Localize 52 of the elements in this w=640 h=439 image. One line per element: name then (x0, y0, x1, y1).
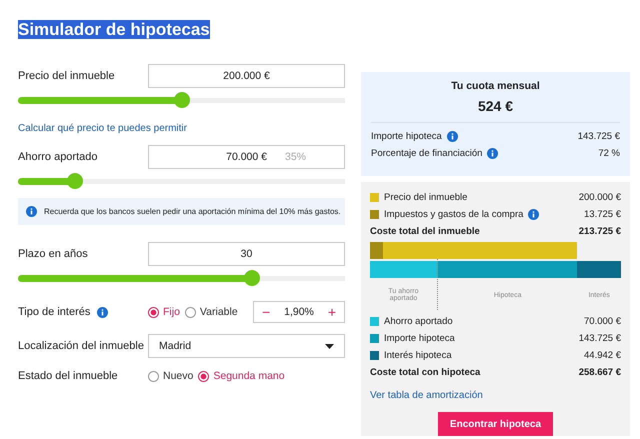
info-icon[interactable] (487, 148, 498, 159)
dropdown-caret-icon (325, 344, 334, 348)
field-label: Localización del inmueble (18, 340, 145, 352)
radio-option[interactable]: Fijo (148, 306, 180, 318)
price-field[interactable]: 200.000 € (148, 64, 345, 88)
slider-thumb[interactable] (67, 173, 84, 189)
field-label: Tipo de interés (18, 306, 90, 318)
field-label: Precio del inmueble (18, 70, 116, 82)
summary-value: 143.725 € (578, 131, 620, 142)
legend-value: 143.725 € (578, 333, 621, 344)
plus-button[interactable]: + (324, 305, 340, 319)
total-label: Coste total con hipoteca (370, 367, 480, 378)
summary-label: Importe hipoteca (371, 131, 442, 142)
summary-label: Porcentaje de financiación (371, 148, 482, 159)
radio-option[interactable]: Variable (184, 306, 238, 318)
notice-text: Recuerda que los bancos suelen pedir una aportación mínima del 10% más gastos. (44, 207, 341, 216)
location-dropdown[interactable]: Madrid (148, 334, 345, 358)
page-title: Simulador de hipotecas (18, 20, 210, 39)
total-value: 213.725 € (578, 226, 621, 237)
summary-value: 72 % (598, 148, 620, 159)
legend-label: Ahorro aportado (384, 316, 453, 327)
legend-label: Precio del inmueble (384, 192, 468, 203)
rate-stepper[interactable]: − 1,90% + (253, 301, 345, 323)
info-icon[interactable] (446, 131, 458, 142)
total-value: 258.667 € (578, 367, 621, 378)
slider-thumb[interactable] (174, 92, 190, 108)
find-mortgage-button[interactable]: Encontrar hipoteca (438, 412, 554, 436)
radio-option[interactable]: Segunda mano (198, 370, 285, 382)
field-label: Plazo en años (18, 248, 89, 260)
legend-value: 13.725 € (584, 209, 621, 220)
radio-option[interactable]: Nuevo (148, 370, 194, 382)
legend-value: 200.000 € (578, 192, 621, 203)
minus-button[interactable]: − (258, 305, 274, 319)
afford-link[interactable]: Calcular qué precio te puedes permitir (18, 123, 187, 134)
info-icon[interactable] (26, 206, 37, 217)
info-icon[interactable] (97, 306, 108, 318)
info-icon[interactable] (528, 209, 540, 220)
field-label: Estado del inmueble (18, 370, 119, 382)
legend-label: Importe hipoteca (384, 333, 455, 344)
savings-field[interactable]: 70.000 € 35% (148, 145, 345, 169)
amortization-link[interactable]: Ver tabla de amortización (370, 390, 483, 401)
term-field[interactable]: 30 (148, 242, 345, 266)
summary-title: Tu cuota mensual (450, 80, 541, 92)
monthly-amount: 524 € (476, 98, 514, 114)
slider-thumb[interactable] (244, 270, 260, 286)
legend-value: 44.942 € (584, 350, 621, 361)
total-label: Coste total del inmueble (370, 226, 480, 237)
legend-label: Interés hipoteca (384, 350, 452, 361)
rate-value: 1,90% (284, 306, 314, 318)
legend-value: 70.000 € (584, 316, 621, 327)
field-label: Ahorro aportado (18, 151, 98, 163)
legend-label: Impuestos y gastos de la compra (384, 209, 524, 220)
